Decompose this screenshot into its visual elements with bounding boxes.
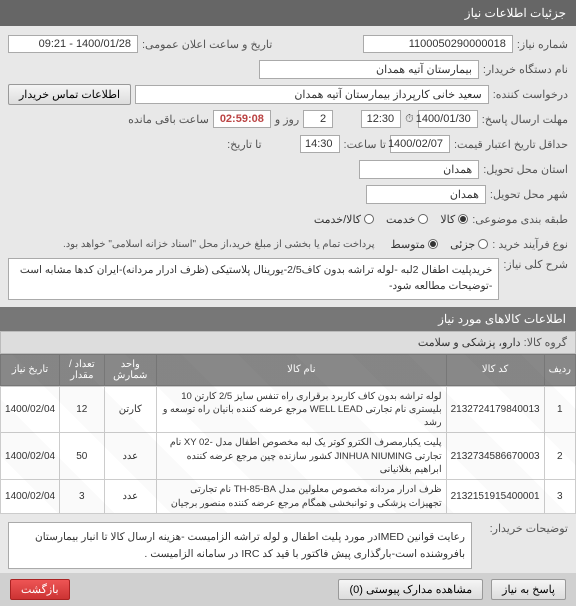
row-delivery-city: شهر محل تحویل: همدان [8, 183, 568, 205]
remaining-label: ساعت باقی مانده [128, 113, 209, 126]
requester-label: درخواست کننده: [493, 88, 568, 101]
requester-value: سعید خانی کارپرداز بیمارستان آتیه همدان [135, 85, 489, 104]
remaining-days: 2 [303, 110, 333, 128]
buyer-notes-label: توضیحات خریدار: [478, 522, 568, 535]
group-label: گروه کالا: [524, 337, 567, 349]
radio-medium[interactable]: متوسط [391, 238, 439, 251]
radio-dot-icon [428, 239, 438, 249]
th-code: کد کالا [446, 354, 544, 385]
table-row: 2 2132734586670003 پلیت یکبارمصرف الکترو… [1, 433, 576, 480]
th-qty: تعداد / مقدار [60, 354, 104, 385]
valid-date: 1400/02/07 [390, 135, 450, 153]
buyer-notes-row: توضیحات خریدار: رعایت قوانین IMEDدر مورد… [0, 514, 576, 574]
th-index: ردیف [544, 354, 575, 385]
valid-time-label: تا ساعت: [344, 138, 386, 151]
valid-time: 14:30 [300, 135, 340, 153]
row-category: طبقه بندی موضوعی: کالا خدمت کالا/خدمت [8, 208, 568, 230]
cell-unit: عدد [104, 433, 157, 480]
category-label: طبقه بندی موضوعی: [472, 213, 568, 226]
th-unit: واحد شمارش [104, 354, 157, 385]
cell-date: 1400/02/04 [1, 480, 60, 514]
cell-index: 3 [544, 480, 575, 514]
cell-index: 1 [544, 386, 575, 433]
table-header-row: ردیف کد کالا نام کالا واحد شمارش تعداد /… [1, 354, 576, 385]
back-button[interactable]: بازگشت [10, 579, 70, 600]
cell-date: 1400/02/04 [1, 433, 60, 480]
details-section: شماره نیاز: 1100050290000018 تاریخ و ساع… [0, 26, 576, 307]
group-value: دارو، پزشکی و سلامت [418, 337, 521, 349]
need-no-value: 1100050290000018 [363, 35, 513, 53]
deadline-date: 1400/01/30 [418, 110, 478, 128]
cell-desc: لوله تراشه بدون کاف کاربرد برقراری راه ت… [157, 386, 447, 433]
buyer-notes-value: رعایت قوانین IMEDدر مورد پلیت اطفال و لو… [8, 522, 472, 570]
cell-qty: 12 [60, 386, 104, 433]
general-desc-label: شرح کلی نیاز: [503, 258, 568, 271]
attach-label: مشاهده مدارک پیوستی [366, 584, 472, 596]
cell-qty: 50 [60, 433, 104, 480]
cell-qty: 3 [60, 480, 104, 514]
items-header: اطلاعات کالاهای مورد نیاز [0, 307, 576, 331]
delivery-city-value: همدان [366, 185, 486, 204]
group-row: گروه کالا: دارو، پزشکی و سلامت [0, 331, 576, 354]
row-process: نوع فرآیند خرید : جزئی متوسط پرداخت تمام… [8, 233, 568, 255]
delivery-city-label: شهر محل تحویل: [490, 188, 568, 201]
radio-dot-icon [418, 214, 428, 224]
th-date: تاریخ نیاز [1, 354, 60, 385]
valid-label: حداقل تاریخ اعتبار قیمت: [454, 138, 568, 151]
general-desc-value: خریدپلیت اطفال 2لبه -لوله تراشه بدون کاف… [8, 258, 499, 300]
radio-dot-icon [478, 239, 488, 249]
page-title: جزئیات اطلاعات نیاز [465, 6, 566, 20]
table-row: 3 2132151915400001 ظرف ادرار مردانه مخصو… [1, 480, 576, 514]
contact-info-button[interactable]: اطلاعات تماس خریدار [8, 84, 131, 105]
radio-goods-service[interactable]: کالا/خدمت [314, 213, 374, 226]
category-radio-group: کالا خدمت کالا/خدمت [314, 213, 468, 226]
process-radio-group: جزئی متوسط [391, 238, 489, 251]
cell-code: 2132724179840013 [446, 386, 544, 433]
row-deadline: مهلت ارسال پاسخ: 1400/01/30 ⏱ 12:30 2 رو… [8, 108, 568, 130]
view-attachments-button[interactable]: مشاهده مدارک پیوستی (0) [338, 579, 483, 600]
table-row: 1 2132724179840013 لوله تراشه بدون کاف ک… [1, 386, 576, 433]
row-requester: درخواست کننده: سعید خانی کارپرداز بیمارس… [8, 83, 568, 105]
announce-label: تاریخ و ساعت اعلان عمومی: [142, 38, 272, 51]
footer-bar: پاسخ به نیاز مشاهده مدارک پیوستی (0) باز… [0, 573, 576, 606]
process-note: پرداخت تمام یا بخشی از مبلغ خرید،از محل … [63, 239, 375, 250]
page-header: جزئیات اطلاعات نیاز [0, 0, 576, 26]
items-table-wrap: ۰۲۱–۸۸۲۴۶۲۹۲ ردیف کد کالا نام کالا واحد … [0, 354, 576, 514]
items-table: ردیف کد کالا نام کالا واحد شمارش تعداد /… [0, 354, 576, 514]
clock-icon: ⏱ [405, 113, 414, 126]
radio-goods[interactable]: کالا [440, 213, 468, 226]
row-general-desc: شرح کلی نیاز: خریدپلیت اطفال 2لبه -لوله … [8, 258, 568, 300]
attach-count: (0) [349, 584, 362, 596]
radio-low[interactable]: جزئی [450, 238, 488, 251]
cell-date: 1400/02/04 [1, 386, 60, 433]
need-no-label: شماره نیاز: [517, 38, 568, 51]
th-name: نام کالا [157, 354, 447, 385]
delivery-prov-value: همدان [359, 160, 479, 179]
cell-code: 2132734586670003 [446, 433, 544, 480]
countdown-timer: 02:59:08 [213, 110, 271, 128]
buyer-org-value: بیمارستان آتیه همدان [259, 60, 479, 79]
radio-dot-icon [458, 214, 468, 224]
buyer-org-label: نام دستگاه خریدار: [483, 63, 568, 76]
until-label: تا تاریخ: [227, 138, 261, 151]
cell-unit: کارتن [104, 386, 157, 433]
cell-desc: ظرف ادرار مردانه مخصوص معلولین مدل TH-85… [157, 480, 447, 514]
radio-dot-icon [364, 214, 374, 224]
row-need-no: شماره نیاز: 1100050290000018 تاریخ و ساع… [8, 33, 568, 55]
days-word: روز و [275, 113, 299, 126]
reply-button[interactable]: پاسخ به نیاز [491, 579, 566, 600]
deadline-time: 12:30 [361, 110, 401, 128]
cell-code: 2132151915400001 [446, 480, 544, 514]
row-delivery-prov: استان محل تحویل: همدان [8, 158, 568, 180]
cell-desc: پلیت یکبارمصرف الکترو کوتر یک لبه مخصوص … [157, 433, 447, 480]
radio-service[interactable]: خدمت [386, 213, 428, 226]
cell-index: 2 [544, 433, 575, 480]
delivery-prov-label: استان محل تحویل: [483, 163, 568, 176]
deadline-label: مهلت ارسال پاسخ: [482, 113, 568, 126]
cell-unit: عدد [104, 480, 157, 514]
row-buyer-org: نام دستگاه خریدار: بیمارستان آتیه همدان [8, 58, 568, 80]
announce-value: 1400/01/28 - 09:21 [8, 35, 138, 53]
row-validity: حداقل تاریخ اعتبار قیمت: 1400/02/07 تا س… [8, 133, 568, 155]
process-label: نوع فرآیند خرید : [492, 238, 568, 251]
